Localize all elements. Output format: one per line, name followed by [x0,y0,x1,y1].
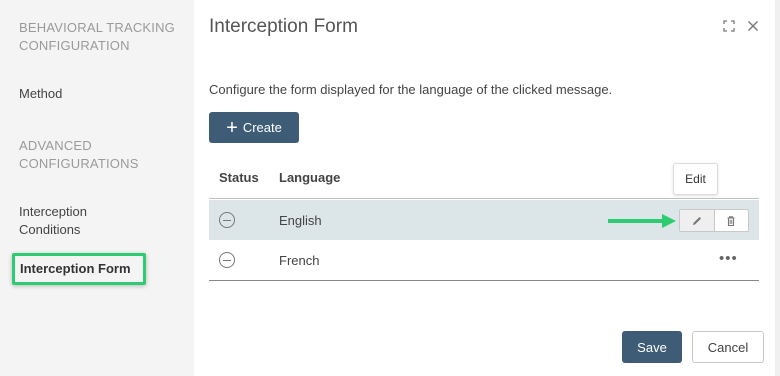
main-panel: Interception Form Configure the form dis… [194,0,780,376]
cancel-button[interactable]: Cancel [692,331,764,363]
sidebar-item-method[interactable]: Method [19,85,62,103]
status-inactive-icon[interactable] [219,212,235,228]
delete-button[interactable] [715,210,749,231]
trash-icon [727,215,735,226]
expand-icon[interactable] [721,18,737,34]
status-inactive-icon[interactable] [219,252,235,268]
form-description: Configure the form displayed for the lan… [209,82,613,97]
create-button-label: Create [242,120,282,135]
table-bottom-divider [209,280,759,281]
table-header-divider [209,198,759,199]
row-actions [679,209,749,232]
pencil-icon [692,216,701,225]
column-header-status[interactable]: Status [219,170,259,185]
scrollbar-track[interactable] [775,0,780,376]
column-header-language[interactable]: Language [279,170,340,185]
page-title: Interception Form [209,16,358,37]
sidebar-section-advanced: ADVANCED CONFIGURATIONS [19,138,139,171]
more-options-icon[interactable]: ••• [719,250,738,267]
sidebar: BEHAVIORAL TRACKING CONFIGURATION Method… [0,0,194,376]
create-button[interactable]: + Create [209,112,299,143]
annotation-arrow-icon [608,214,676,228]
sidebar-section-behavioral-tracking: BEHAVIORAL TRACKING CONFIGURATION [19,20,175,53]
edit-tooltip: Edit [673,163,718,195]
language-cell: French [279,253,320,268]
plus-icon: + [226,116,238,139]
close-icon[interactable] [745,18,761,34]
language-cell: English [279,213,322,228]
edit-button[interactable] [680,210,715,231]
save-button[interactable]: Save [622,331,682,363]
sidebar-item-interception-conditions[interactable]: Interception Conditions [19,203,129,239]
sidebar-item-interception-form[interactable]: Interception Form [12,253,146,285]
table-row[interactable]: French ••• [209,240,759,280]
